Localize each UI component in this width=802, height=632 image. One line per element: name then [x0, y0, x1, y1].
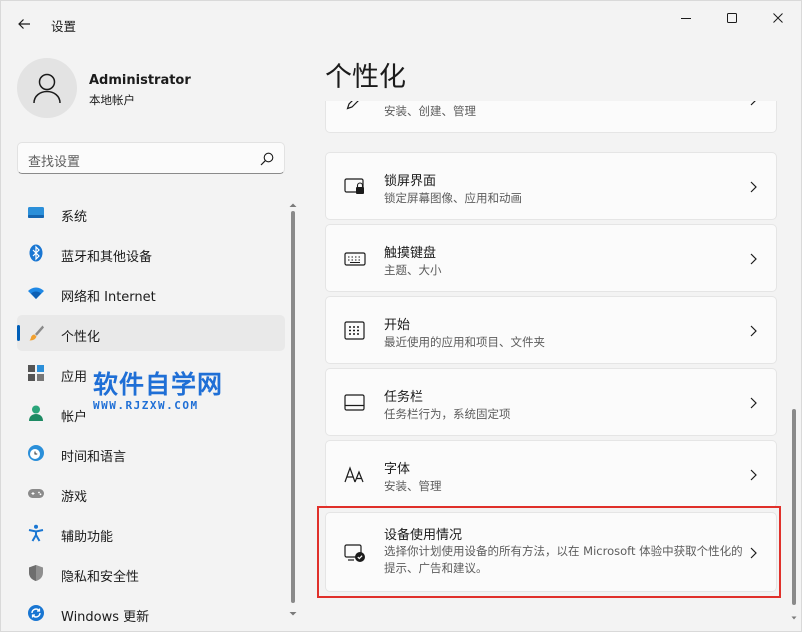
window-title: 设置	[51, 19, 77, 34]
sidebar-item-privacy[interactable]: 隐私和安全性	[17, 555, 285, 591]
card-title: 主题	[384, 101, 410, 102]
sidebar-item-label: 个性化	[61, 330, 101, 345]
chevron-right-icon	[750, 325, 757, 337]
sidebar-item-label: Windows 更新	[61, 610, 150, 625]
user-icon	[33, 73, 61, 104]
sidebar-item-label: 游戏	[61, 490, 88, 505]
card-title: 任务栏	[384, 390, 424, 405]
maximize-icon	[727, 13, 737, 23]
card-desc: 安装、管理	[384, 479, 442, 493]
profile-account-type: 本地帐户	[89, 93, 135, 107]
sidebar-scrollbar-thumb[interactable]	[291, 211, 295, 603]
minimize-icon	[681, 18, 691, 19]
chevron-right-icon	[750, 469, 757, 481]
brush-icon	[29, 325, 44, 341]
sidebar-item-label: 应用	[61, 370, 88, 385]
settings-window: 设置 Administrator 本地帐户 查找设置 系统 蓝牙和其他设备 网络…	[0, 0, 802, 632]
sidebar-item-label: 时间和语言	[61, 450, 127, 465]
sidebar-item-label: 隐私和安全性	[61, 570, 140, 585]
sidebar-item-time-language[interactable]: 时间和语言	[17, 435, 285, 471]
content-scrollbar-thumb[interactable]	[792, 409, 796, 605]
card-desc: 任务栏行为，系统固定项	[384, 407, 511, 421]
apps-icon	[28, 365, 44, 381]
sidebar-item-system[interactable]: 系统	[17, 195, 285, 231]
watermark-logo: 软件自学网 WWW.RJZXW.COM	[93, 371, 223, 413]
scroll-down-arrow-icon[interactable]	[289, 610, 297, 618]
close-icon	[773, 13, 783, 23]
accessibility-icon	[28, 524, 44, 542]
search-placeholder: 查找设置	[28, 155, 81, 170]
minimize-button[interactable]	[663, 3, 709, 33]
card-touch-keyboard[interactable]: 触摸键盘 主题、大小	[325, 224, 777, 292]
sidebar-item-network[interactable]: 网络和 Internet	[17, 275, 285, 311]
pen-icon	[346, 101, 359, 110]
card-desc: 锁定屏幕图像、应用和动画	[384, 191, 522, 205]
sidebar-nav: 系统 蓝牙和其他设备 网络和 Internet 个性化 应用 帐户 时间和语言	[17, 195, 285, 632]
sidebar-item-label: 帐户	[61, 410, 88, 425]
clock-globe-icon	[28, 445, 44, 461]
profile-name: Administrator	[89, 73, 191, 88]
sidebar-item-bluetooth[interactable]: 蓝牙和其他设备	[17, 235, 285, 271]
scroll-down-arrow-icon[interactable]	[791, 615, 797, 621]
chevron-right-icon	[750, 101, 756, 106]
chevron-right-icon	[750, 181, 757, 193]
highlight-annotation-box	[317, 506, 781, 598]
account-icon	[29, 405, 43, 421]
search-icon[interactable]	[259, 151, 275, 167]
search-input[interactable]: 查找设置	[17, 142, 285, 174]
watermark-url-text: WWW.RJZXW.COM	[93, 399, 199, 412]
sidebar-scrollbar[interactable]	[289, 201, 297, 621]
sidebar-item-accessibility[interactable]: 辅助功能	[17, 515, 285, 551]
card-title: 字体	[384, 462, 411, 477]
content-scrollbar[interactable]	[791, 405, 797, 625]
chevron-right-icon	[750, 397, 757, 409]
watermark-main-text: 软件自学网	[93, 370, 224, 399]
sidebar-item-windows-update[interactable]: Windows 更新	[17, 595, 285, 631]
system-icon	[28, 207, 44, 218]
font-icon	[344, 466, 364, 483]
card-title: 触摸键盘	[384, 246, 437, 261]
card-desc: 最近使用的应用和项目、文件夹	[384, 335, 545, 349]
avatar[interactable]	[17, 58, 77, 118]
sidebar-item-label: 蓝牙和其他设备	[61, 250, 153, 265]
card-fonts[interactable]: 字体 安装、管理	[325, 440, 777, 508]
sidebar-item-personalization[interactable]: 个性化	[17, 315, 285, 351]
card-themes[interactable]: 主题 安装、创建、管理	[325, 101, 777, 133]
gamepad-icon	[28, 489, 44, 498]
card-title: 开始	[384, 318, 411, 333]
card-taskbar[interactable]: 任务栏 任务栏行为，系统固定项	[325, 368, 777, 436]
chevron-right-icon	[750, 253, 757, 265]
sidebar-item-label: 辅助功能	[61, 530, 114, 545]
card-desc: 安装、创建、管理	[384, 104, 476, 118]
maximize-button[interactable]	[709, 3, 755, 33]
card-desc: 主题、大小	[384, 263, 442, 277]
wifi-icon	[28, 287, 44, 299]
sidebar-item-label: 网络和 Internet	[61, 290, 156, 305]
scroll-up-arrow-icon[interactable]	[289, 201, 297, 209]
sidebar-item-gaming[interactable]: 游戏	[17, 475, 285, 511]
bluetooth-icon	[29, 244, 43, 262]
close-button[interactable]	[755, 3, 801, 33]
back-arrow-icon	[18, 19, 30, 29]
keyboard-icon	[344, 252, 366, 266]
shield-icon	[29, 565, 43, 581]
card-lock-screen[interactable]: 锁屏界面 锁定屏幕图像、应用和动画	[325, 152, 777, 220]
card-title: 锁屏界面	[384, 174, 437, 189]
page-title: 个性化	[325, 62, 406, 93]
back-button[interactable]	[11, 11, 37, 37]
update-icon	[28, 605, 44, 621]
sidebar-item-label: 系统	[61, 210, 88, 225]
taskbar-icon	[344, 394, 365, 411]
card-start[interactable]: 开始 最近使用的应用和项目、文件夹	[325, 296, 777, 364]
title-bar: 设置	[1, 1, 802, 45]
lock-screen-icon	[344, 178, 364, 194]
start-icon	[344, 321, 365, 340]
